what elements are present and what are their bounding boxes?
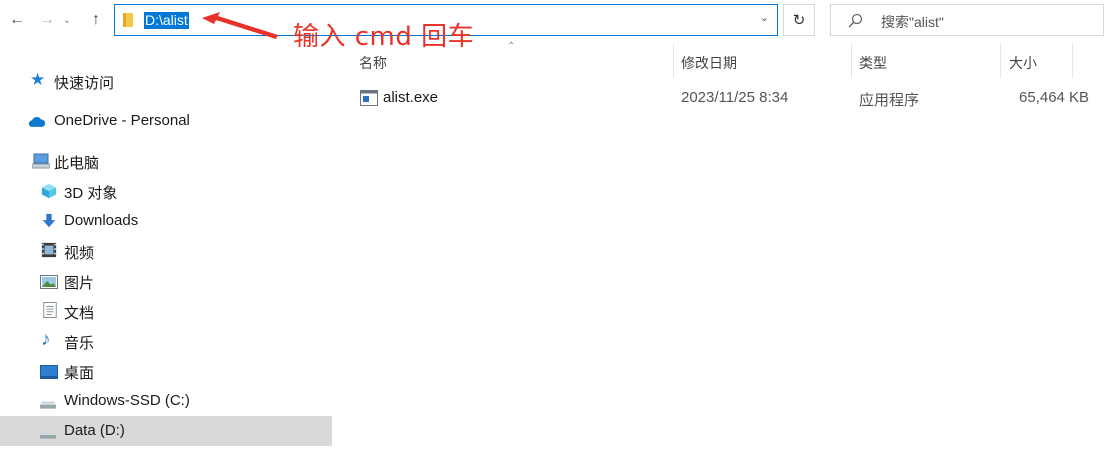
picture-icon [40, 275, 58, 289]
column-divider[interactable] [851, 44, 852, 78]
sidebar-item-music[interactable]: ♪ 音乐 [0, 326, 332, 356]
column-header-size[interactable]: 大小 [1009, 53, 1037, 73]
sidebar-item-downloads[interactable]: Downloads [0, 206, 332, 236]
star-icon: ★ [30, 70, 46, 89]
column-divider[interactable] [1072, 44, 1073, 78]
file-size: 65,464 KB [1019, 89, 1090, 106]
file-type: 应用程序 [859, 92, 920, 109]
column-header-name[interactable]: 名称 [359, 53, 387, 73]
sidebar-item-desktop[interactable]: 桌面 [0, 356, 332, 386]
video-icon [41, 242, 57, 258]
sidebar-item-label: 视频 [64, 245, 95, 262]
exe-file-icon [360, 90, 378, 106]
sidebar-item-3d-objects[interactable]: 3D 对象 [0, 176, 332, 206]
sidebar-item-label: 桌面 [64, 365, 95, 382]
sidebar-item-onedrive[interactable]: OneDrive - Personal [0, 106, 332, 136]
annotation-arrow [202, 12, 278, 39]
column-header-modified[interactable]: 修改日期 [681, 53, 737, 73]
sidebar-item-label: 图片 [64, 275, 95, 292]
sidebar-item-documents[interactable]: 文档 [0, 296, 332, 326]
back-button[interactable]: ← [6, 8, 28, 32]
recent-locations-button[interactable]: ⌄ [60, 8, 74, 32]
sidebar-item-windows-ssd[interactable]: Windows-SSD (C:) [0, 386, 332, 416]
sidebar-item-quick-access[interactable]: ★ 快速访问 [0, 66, 332, 96]
chevron-down-icon[interactable]: ⌄ [760, 11, 769, 24]
up-arrow-icon: ↑ [92, 11, 100, 28]
column-divider[interactable] [673, 44, 674, 78]
drive-icon [39, 401, 57, 409]
column-header-type[interactable]: 类型 [859, 53, 887, 73]
sidebar-item-label: 音乐 [64, 335, 95, 352]
address-path[interactable]: D:\alist [144, 12, 189, 29]
sidebar-item-label: 3D 对象 [64, 185, 118, 202]
document-icon [43, 302, 57, 318]
search-placeholder: 搜索"alist" [881, 14, 944, 30]
drive-icon [39, 431, 57, 439]
annotation-text: 输入 cmd 回车 [293, 22, 475, 52]
computer-icon [32, 153, 50, 169]
search-icon [848, 13, 863, 28]
sidebar-item-label: OneDrive - Personal [54, 112, 190, 129]
sidebar-item-this-pc[interactable]: 此电脑 [0, 146, 332, 176]
search-box[interactable]: 搜索"alist" [830, 4, 1104, 36]
back-arrow-icon: ← [9, 11, 25, 28]
file-modified: 2023/11/25 8:34 [681, 89, 789, 106]
chevron-down-icon: ⌄ [62, 14, 72, 26]
download-arrow-icon [42, 213, 56, 228]
folder-icon [123, 13, 133, 27]
sidebar-item-pictures[interactable]: 图片 [0, 266, 332, 296]
refresh-button[interactable]: ↻ [783, 4, 815, 36]
up-button[interactable]: ↑ [85, 8, 107, 32]
forward-arrow-icon: → [39, 11, 55, 28]
sidebar-item-label: Downloads [64, 212, 139, 229]
sidebar-item-videos[interactable]: 视频 [0, 236, 332, 266]
cloud-icon [28, 116, 46, 127]
sidebar-item-data-drive[interactable]: Data (D:) [0, 416, 332, 446]
sidebar-item-label: 此电脑 [54, 155, 100, 172]
sidebar-item-label: 快速访问 [54, 75, 115, 92]
music-note-icon: ♪ [41, 329, 51, 350]
cube-icon [41, 183, 57, 199]
sidebar-item-label: Windows-SSD (C:) [64, 392, 190, 409]
file-name[interactable]: alist.exe [383, 89, 438, 106]
refresh-icon: ↻ [792, 12, 806, 29]
forward-button[interactable]: → [36, 8, 58, 32]
column-divider[interactable] [1000, 44, 1001, 78]
sidebar-item-label: Data (D:) [64, 422, 125, 439]
desktop-icon [40, 365, 58, 379]
sidebar-item-label: 文档 [64, 305, 95, 322]
sort-ascending-icon: ⌃ [507, 41, 516, 52]
